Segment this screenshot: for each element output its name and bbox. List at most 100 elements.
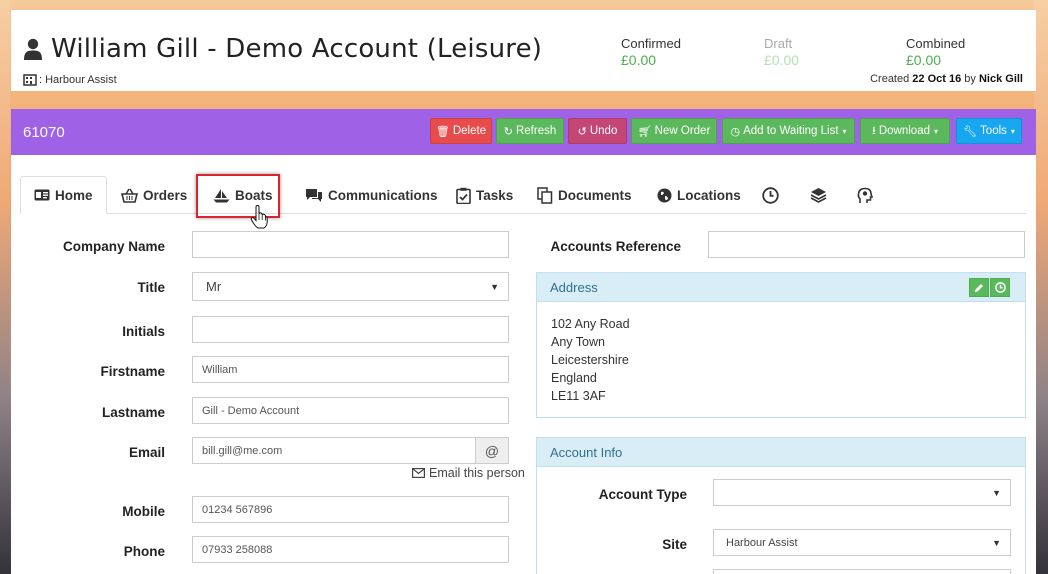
address-heading-label: Address — [550, 279, 598, 295]
tools-button-label: Tools — [980, 125, 1007, 137]
account-type-select[interactable]: ▼ — [713, 479, 1011, 506]
phone-input[interactable]: 07933 258088 — [192, 536, 509, 563]
clipboard-check-icon — [456, 187, 476, 204]
initials-label: Initials — [122, 324, 165, 339]
site-label: Site — [662, 537, 687, 552]
tab-locations-label: Locations — [677, 187, 741, 203]
undo-button[interactable]: ↺ Undo — [568, 118, 627, 144]
firstname-label: Firstname — [100, 364, 165, 379]
account-toolbar: 61070 🗑︎ Delete ↻ Refresh ↺ Undo 🛒︎ New … — [11, 109, 1036, 155]
building-icon — [23, 74, 37, 86]
email-input[interactable]: bill.gill@me.com — [192, 437, 476, 464]
email-this-person-label: Email this person — [429, 466, 525, 480]
phone-label: Phone — [123, 544, 165, 559]
tab-orders[interactable]: Orders — [121, 176, 187, 214]
caret-down-icon: ▾ — [842, 126, 847, 136]
mobile-input[interactable]: 01234 567896 — [192, 496, 509, 523]
tools-button[interactable]: 🔧︎ Tools ▾ — [956, 118, 1022, 144]
company-name-input[interactable] — [192, 231, 509, 258]
address-panel: Address 102 Any Road Any Town Leicesters… — [536, 272, 1026, 418]
site-label: : Harbour Assist — [39, 74, 117, 86]
title-label: Title — [137, 280, 165, 295]
tab-communications-label: Communications — [328, 187, 438, 203]
clock-icon — [994, 282, 1006, 293]
title-select[interactable]: Mr ▼ — [192, 272, 509, 301]
total-combined-label: Combined — [906, 36, 966, 51]
tab-layers[interactable] — [810, 176, 832, 214]
page-title: William Gill - Demo Account (Leisure) — [23, 34, 542, 64]
download-button-label: Download — [878, 125, 930, 137]
basket-icon: 🛒︎ — [637, 125, 652, 138]
user-icon — [23, 38, 51, 60]
refresh-button[interactable]: ↻ Refresh — [496, 118, 564, 144]
address-line: 102 Any Road — [551, 317, 630, 331]
company-name-label: Company Name — [62, 239, 165, 254]
total-confirmed-label: Confirmed — [621, 36, 681, 51]
refresh-icon: ↻ — [503, 125, 513, 138]
email-label: Email — [128, 445, 165, 460]
waiting-list-button[interactable]: ◷ Add to Waiting List ▾ — [722, 118, 855, 144]
clock-icon: ◷ — [730, 125, 741, 138]
background-right — [1034, 0, 1048, 574]
documents-icon — [537, 186, 558, 204]
site-select[interactable]: Harbour Assist ▼ — [713, 529, 1011, 556]
total-confirmed-amount: £0.00 — [621, 52, 657, 68]
tab-orders-label: Orders — [143, 187, 188, 203]
lastname-input[interactable]: Gill - Demo Account — [192, 397, 509, 424]
download-button[interactable]: ⭳ Download ▾ — [860, 118, 950, 144]
created-by: Nick Gill — [978, 73, 1023, 85]
delete-button[interactable]: 🗑︎ Delete — [430, 118, 492, 144]
account-info-heading: Account Info — [537, 438, 1025, 467]
address-heading: Address — [537, 273, 1025, 302]
lastname-label: Lastname — [101, 405, 165, 420]
tab-documents-label: Documents — [558, 187, 632, 203]
tab-locations[interactable]: Locations — [657, 176, 741, 214]
accounts-reference-input[interactable] — [708, 231, 1025, 258]
tab-home[interactable]: Home — [20, 176, 107, 214]
tab-history[interactable] — [762, 176, 784, 214]
total-draft-label: Draft — [764, 36, 793, 51]
pencil-icon — [974, 283, 984, 293]
total-draft: Draft £0.00 — [764, 36, 799, 68]
background-left — [0, 0, 10, 574]
undo-button-label: Undo — [589, 125, 618, 137]
account-name: William Gill - Demo Account (Leisure) — [51, 34, 543, 64]
at-sign-addon: @ — [475, 437, 509, 464]
caret-down-icon: ▾ — [1010, 126, 1015, 136]
account-id: 61070 — [23, 124, 65, 141]
tab-ideas[interactable] — [857, 176, 878, 214]
wrench-icon: 🔧︎ — [963, 125, 978, 138]
layers-icon — [810, 187, 832, 203]
main-panel: Home Orders Boats Communications Tasks D… — [11, 155, 1036, 574]
tab-tasks-label: Tasks — [476, 187, 514, 203]
accounts-reference-label: Accounts Reference — [550, 239, 681, 254]
address-line: LE11 3AF — [551, 389, 606, 403]
total-combined-amount: £0.00 — [906, 52, 942, 68]
created-date: 22 Oct 16 — [912, 73, 962, 85]
title-select-value: Mr — [206, 279, 222, 294]
download-icon: ⭳ — [871, 124, 876, 137]
tab-tasks[interactable]: Tasks — [456, 176, 513, 214]
caret-down-icon: ▼ — [490, 281, 499, 292]
next-field-input[interactable] — [713, 569, 1011, 574]
caret-down-icon: ▼ — [992, 487, 1001, 498]
tab-home-label: Home — [55, 187, 93, 203]
waiting-list-button-label: Add to Waiting List — [743, 125, 839, 137]
total-confirmed: Confirmed £0.00 — [621, 36, 681, 68]
created-prefix: Created — [870, 73, 910, 85]
envelope-icon — [412, 468, 425, 478]
address-history-button[interactable] — [990, 278, 1010, 297]
account-type-label: Account Type — [598, 487, 687, 502]
id-card-icon — [34, 189, 55, 201]
tab-communications[interactable]: Communications — [305, 176, 438, 214]
address-line: Leicestershire — [551, 353, 629, 367]
site-line: : Harbour Assist — [23, 74, 117, 86]
new-order-button-label: New Order — [654, 125, 711, 137]
edit-address-button[interactable] — [969, 278, 989, 297]
initials-input[interactable] — [192, 316, 509, 343]
account-header: William Gill - Demo Account (Leisure) : … — [11, 10, 1036, 91]
new-order-button[interactable]: 🛒︎ New Order — [631, 118, 717, 144]
firstname-input[interactable]: William — [192, 356, 509, 383]
tab-documents[interactable]: Documents — [537, 176, 632, 214]
email-this-person-link[interactable]: Email this person — [412, 466, 525, 480]
